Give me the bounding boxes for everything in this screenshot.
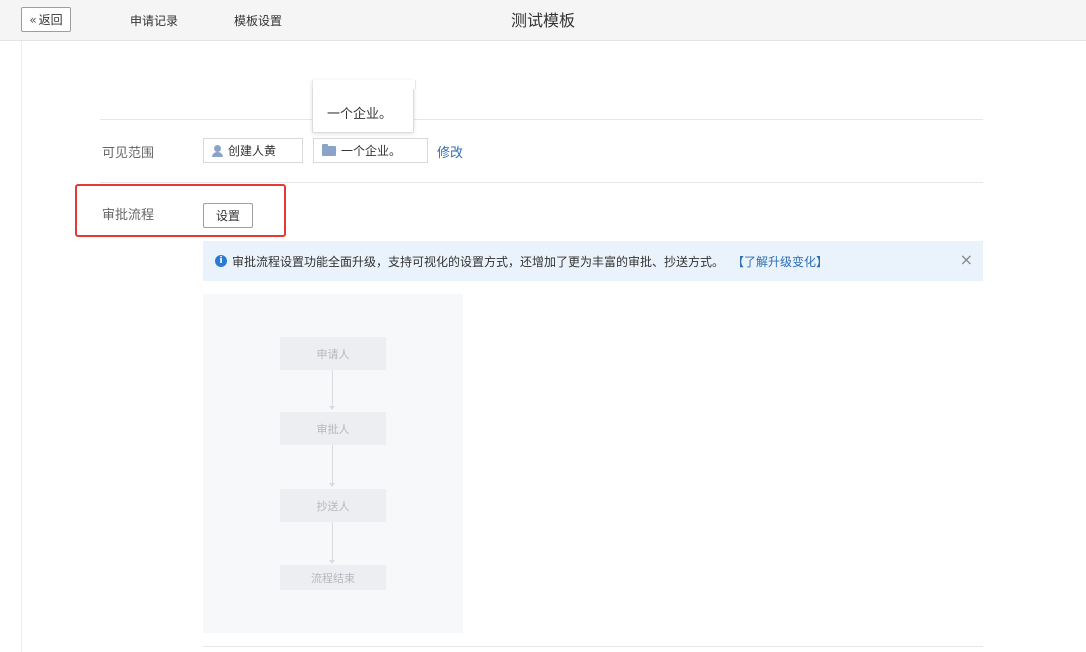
learn-upgrade-link[interactable]: 【了解升级变化】: [732, 253, 828, 270]
flow-connector: [332, 445, 333, 484]
flow-connector: [332, 522, 333, 561]
close-icon[interactable]: ×: [960, 252, 973, 268]
approval-flow-label: 审批流程: [102, 208, 155, 223]
main-content: [21, 41, 1086, 652]
section-divider: [100, 182, 983, 183]
upgrade-notice: i 审批流程设置功能全面升级，支持可视化的设置方式，还增加了更为丰富的审批、抄送…: [203, 241, 983, 281]
arrow-down-icon: [329, 483, 335, 487]
tab-bar: [100, 80, 983, 120]
tab-template-settings[interactable]: 模板设置: [234, 12, 282, 29]
flow-connector: [332, 370, 333, 407]
info-icon: i: [215, 255, 227, 267]
set-button[interactable]: 设置: [203, 203, 253, 228]
org-chip-text: 一个企业。: [341, 144, 402, 158]
bottom-divider: [203, 646, 983, 647]
flow-node-applicant: 申请人: [280, 337, 386, 370]
modify-link[interactable]: 修改: [437, 142, 463, 161]
flow-node-approver: 审批人: [280, 412, 386, 445]
flow-node-end: 流程结束: [280, 565, 386, 590]
notice-text: 审批流程设置功能全面升级，支持可视化的设置方式，还增加了更为丰富的审批、抄送方式…: [232, 254, 725, 269]
visibility-label: 可见范围: [102, 146, 155, 161]
flow-node-cc: 抄送人: [280, 489, 386, 522]
tab-apply-records[interactable]: 申请记录: [130, 12, 178, 29]
creator-chip-text: 创建人黄: [228, 144, 277, 158]
user-icon: [212, 144, 223, 157]
arrow-down-icon: [329, 560, 335, 564]
org-tooltip: 一个企业。: [312, 80, 416, 133]
flow-preview: 申请人 审批人 抄送人 流程结束: [203, 294, 463, 633]
folder-icon: [322, 143, 336, 156]
arrow-down-icon: [329, 406, 335, 410]
creator-chip[interactable]: 创建人黄: [203, 138, 303, 163]
org-chip[interactable]: 一个企业。: [313, 138, 428, 163]
